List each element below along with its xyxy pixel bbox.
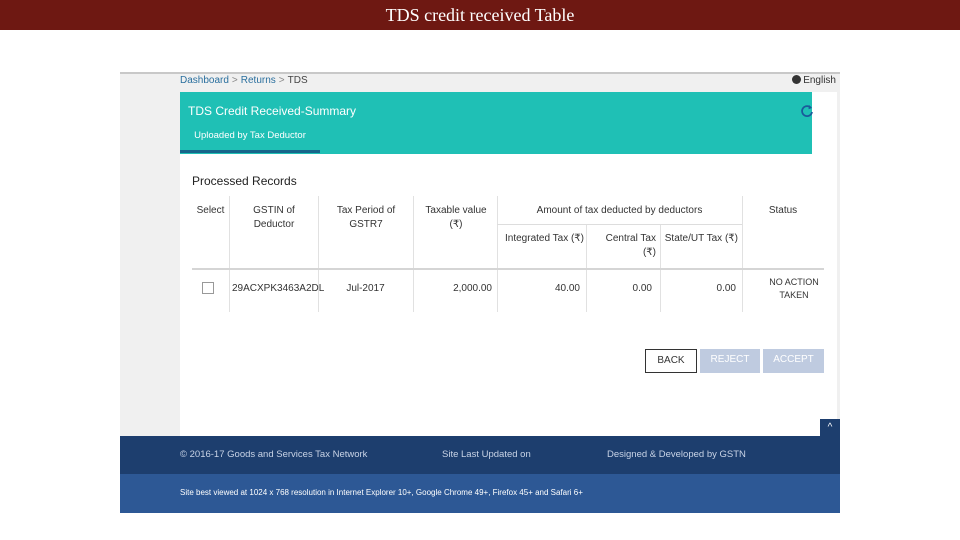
chevron-up-icon[interactable]: ^ (820, 419, 840, 436)
header-group-divider (497, 224, 742, 225)
language-label: English (803, 75, 836, 86)
header-state-ut-tax: State/UT Tax (₹) (664, 233, 738, 244)
row-select-checkbox[interactable] (202, 282, 214, 294)
summary-panel: TDS Credit Received-Summary Uploaded by … (180, 92, 837, 436)
footer-designed-by: Designed & Developed by GSTN (607, 449, 746, 460)
refresh-icon[interactable] (800, 104, 814, 118)
cell-integrated-tax: 40.00 (554, 283, 580, 294)
breadcrumb-tds: TDS (287, 75, 308, 86)
header-bottom-divider (192, 268, 824, 270)
header-integrated-tax: Integrated Tax (₹) (505, 233, 584, 244)
records-table: Select GSTIN of Deductor Tax Period of G… (192, 196, 824, 312)
panel-title: TDS Credit Received-Summary (188, 104, 357, 118)
screenshot-frame: Dashboard > Returns > TDS English TDS Credit… (120, 72, 840, 513)
footer-copyright: © 2016-17 Goods and Services Tax Network (180, 449, 368, 460)
reject-button[interactable]: REJECT (700, 349, 760, 373)
globe-icon (792, 75, 802, 84)
column-divider (742, 196, 743, 312)
breadcrumb-separator: > (278, 75, 285, 86)
header-select: Select (196, 205, 225, 216)
cell-status: NO ACTION TAKEN (769, 277, 819, 300)
breadcrumb-returns[interactable]: Returns (241, 75, 276, 86)
cell-tax-period: Jul-2017 (346, 283, 385, 294)
breadcrumb: Dashboard > Returns > TDS (180, 74, 308, 90)
footer-secondary: Site best viewed at 1024 x 768 resolutio… (120, 474, 840, 513)
header-central-tax: Central Tax (₹) (605, 233, 656, 258)
column-divider (413, 196, 414, 312)
header-gstin: GSTIN of Deductor (253, 205, 295, 230)
breadcrumb-separator: > (231, 75, 238, 86)
language-selector[interactable]: English (792, 74, 836, 88)
panel-header: TDS Credit Received-Summary Uploaded by … (180, 92, 812, 154)
active-tab-indicator (180, 150, 320, 153)
accept-button[interactable]: ACCEPT (763, 349, 824, 373)
tab-uploaded-by-tax-deductor[interactable]: Uploaded by Tax Deductor (180, 128, 320, 152)
column-divider (229, 196, 230, 312)
footer-best-viewed: Site best viewed at 1024 x 768 resolutio… (180, 488, 583, 497)
back-button[interactable]: BACK (645, 349, 697, 373)
footer-main: © 2016-17 Goods and Services Tax Network… (120, 436, 840, 474)
cell-state-ut-tax: 0.00 (716, 283, 736, 294)
header-tax-period: Tax Period of GSTR7 (336, 205, 396, 230)
breadcrumb-dashboard[interactable]: Dashboard (180, 75, 229, 86)
header-status: Status (768, 205, 798, 216)
header-taxable-value: Taxable value (₹) (425, 205, 487, 230)
cell-gstin: 29ACXPK3463A2DL (232, 283, 325, 294)
cell-taxable-value: 2,000.00 (453, 283, 492, 294)
page-gutter-left (120, 72, 180, 436)
slide-title: TDS credit received Table (0, 0, 960, 30)
section-title: Processed Records (192, 174, 297, 188)
header-amount-group: Amount of tax deducted by deductors (536, 205, 703, 216)
footer-last-updated: Site Last Updated on (442, 449, 531, 460)
cell-central-tax: 0.00 (632, 283, 652, 294)
